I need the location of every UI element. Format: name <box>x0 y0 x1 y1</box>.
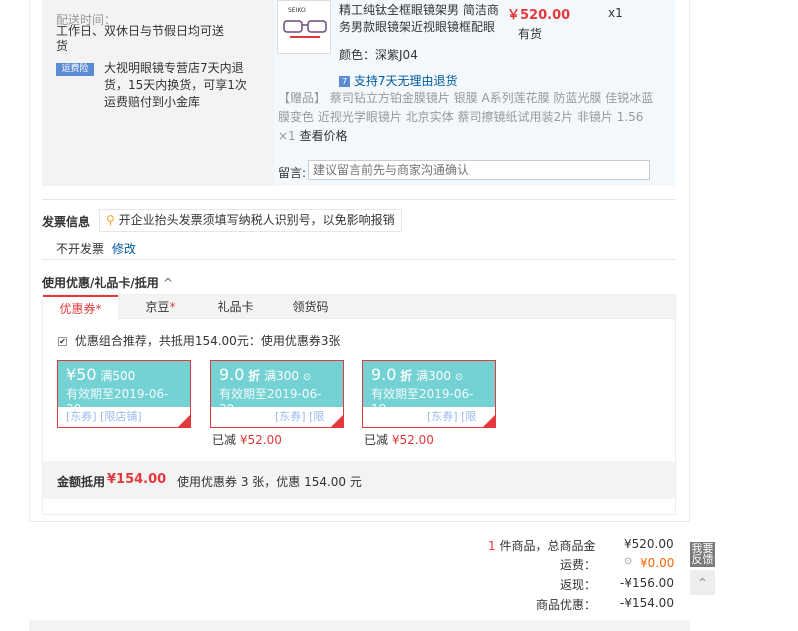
discount-title-text: 使用优惠/礼品卡/抵用 <box>42 276 159 290</box>
invoice-type: 不开发票 <box>56 242 105 256</box>
freight-amount: ¥0.00 <box>640 556 675 570</box>
chevron-up-icon: ^ <box>162 276 174 290</box>
selected-check-icon <box>331 415 343 427</box>
delivery-panel: 配送时间： 工作日、双休日与节假日均可送货 运费险 大视明眼镜专营店7天内退货，… <box>42 0 274 186</box>
product-panel: SEIKO 精工纯钛全框眼镜架男 简洁商务男款眼镜架近视眼镜框配眼 ￥520.0… <box>274 0 675 186</box>
divider <box>29 521 690 522</box>
coupon-condition: 满300 <box>416 369 452 383</box>
selected-check-icon <box>178 415 190 427</box>
tab-redeem-label: 领货码 <box>292 300 329 314</box>
info-icon: ⊙ <box>454 372 464 383</box>
tab-coupon[interactable]: 优惠券* <box>43 295 118 319</box>
stock-status: 有货 <box>518 27 543 41</box>
invoice-tip-text: 开企业抬头发票须填写纳税人识别号，以免影响报销 <box>118 213 395 227</box>
coupon-tags: [东券] [限 <box>427 410 477 423</box>
goods-count: 1 件商品，总商品金 <box>488 537 595 554</box>
product-color: 颜色：深紫J04 <box>339 46 418 63</box>
coupon-card[interactable]: 9.0 折 满300 ⊙ 有效期至2019-06-30 [东券] [限 <box>210 360 344 428</box>
back-to-top-button[interactable]: ⌃ <box>690 570 715 595</box>
tab-redeem-code[interactable]: 领货码 <box>268 295 353 319</box>
coupon-saving-amount: ¥52.00 <box>239 433 282 447</box>
rebate-label: 返现： <box>560 578 597 592</box>
coupon-validity: 有效期至2019-06-30 <box>66 387 169 407</box>
combo-recommendation: ✔ 优惠组合推荐，共抵用154.00元：使用优惠券3张 <box>58 332 340 349</box>
invoice-value: 不开发票 修改 <box>56 240 136 257</box>
coupon-saving: 已减 ¥52.00 <box>212 431 282 448</box>
info-icon[interactable]: ⊙ <box>624 556 632 567</box>
freight-label: 运费： <box>560 558 597 572</box>
goods-count-number: 1 <box>488 539 496 553</box>
coupon-validity: 有效期至2019-06-30 <box>219 387 322 407</box>
coupon-unit: 折 <box>248 369 261 383</box>
goods-count-text: 件商品，总商品金 <box>495 539 596 553</box>
glasses-icon <box>283 20 327 38</box>
combo-text: 优惠组合推荐，共抵用154.00元：使用优惠券3张 <box>74 334 341 348</box>
remark-input[interactable] <box>308 160 650 180</box>
delivery-time-value: 工作日、双休日与节假日均可送货 <box>56 24 225 53</box>
info-icon: ⊙ <box>302 372 312 383</box>
coupon-amount: 9.0 <box>371 365 397 384</box>
invoice-label: 发票信息 <box>42 215 91 229</box>
color-value: 深紫J04 <box>375 48 418 62</box>
gift-info: 【赠品】 蔡司钻立方铂金膜镜片 银膜 A系列莲花膜 防蓝光膜 佳锐冰蓝膜变色 近… <box>278 89 660 146</box>
coupon-amount: 9.0 <box>219 365 245 384</box>
tab-giftcard[interactable]: 礼品卡 <box>203 295 268 319</box>
coupon-saving-label: 已减 <box>364 433 389 447</box>
return-policy-text: 支持7天无理由退货 <box>353 74 458 88</box>
coupon-saving: 已减 ¥52.00 <box>364 431 434 448</box>
tab-jingdou-label: 京豆 <box>145 300 170 314</box>
delivery-service-text: 大视明眼镜专营店7天内退货，15天内换货，可享1次运费赔付到小金库 <box>104 61 247 109</box>
feedback-button[interactable]: 我要反馈 <box>690 542 715 567</box>
coupon-amount: ¥50 <box>66 365 97 384</box>
divider <box>42 199 676 200</box>
product-name[interactable]: 精工纯钛全框眼镜架男 简洁商务男款眼镜架近视眼镜框配眼 <box>339 2 499 36</box>
summary-label: 金额抵用 <box>57 475 106 489</box>
rebate-amount: -¥156.00 <box>620 576 674 590</box>
discount-section-title[interactable]: 使用优惠/礼品卡/抵用 ^ <box>42 274 173 291</box>
product-discount-amount: -¥154.00 <box>620 596 674 610</box>
coupon-saving-label: 已减 <box>212 433 237 447</box>
coupon-condition: 满500 <box>100 369 136 383</box>
coupon-tags: [东券] [限 <box>275 410 325 423</box>
coupon-tags: [东券] [限店铺] <box>66 410 142 423</box>
product-thumbnail[interactable]: SEIKO <box>277 0 331 54</box>
tab-jingdou[interactable]: 京豆* <box>118 295 203 319</box>
border-left <box>29 0 30 521</box>
remark-label: 留言: <box>278 166 307 180</box>
goods-amount: ¥520.00 <box>624 537 674 551</box>
coupon-card[interactable]: ¥50 满500 有效期至2019-06-30 [东券] [限店铺] <box>57 360 191 428</box>
freight-insurance-badge: 运费险 <box>56 63 94 76</box>
product-price: ￥520.00 <box>507 8 571 23</box>
color-label: 颜色： <box>339 48 376 62</box>
tab-jingdou-star: * <box>169 300 176 314</box>
discount-summary: 金额抵用 ¥154.00 使用优惠券 3 张，优惠 154.00 元 <box>43 461 675 499</box>
invoice-tip: ⚲ 开企业抬头发票须填写纳税人识别号，以免影响报销 <box>99 209 402 232</box>
discount-tabs: 优惠券* 京豆* 礼品卡 领货码 <box>42 294 676 319</box>
coupon-validity: 有效期至2019-06-18 <box>371 387 474 407</box>
footer-bar <box>29 620 690 631</box>
selected-check-icon <box>483 415 495 427</box>
invoice-edit-link[interactable]: 修改 <box>112 242 136 256</box>
arrow-up-icon: ⌃ <box>696 576 709 592</box>
summary-amount: ¥154.00 <box>107 472 167 487</box>
coupon-saving-amount: ¥52.00 <box>391 433 434 447</box>
tab-coupon-label: 优惠券 <box>59 302 96 316</box>
coupon-card[interactable]: 9.0 折 满300 ⊙ 有效期至2019-06-18 [东券] [限 <box>362 360 496 428</box>
tab-coupon-star: * <box>95 302 102 316</box>
thumb-brand: SEIKO <box>288 7 306 14</box>
divider <box>42 259 676 260</box>
return-icon: 7 <box>339 76 350 87</box>
gift-price-link[interactable]: 查看价格 <box>300 129 348 143</box>
return-policy: 7 支持7天无理由退货 <box>339 72 457 89</box>
location-pin-icon: ⚲ <box>106 213 115 227</box>
checkbox-checked-icon[interactable]: ✔ <box>58 337 67 346</box>
product-qty: x1 <box>608 6 623 20</box>
tab-giftcard-label: 礼品卡 <box>217 300 254 314</box>
summary-text: 使用优惠券 3 张，优惠 154.00 元 <box>177 475 362 489</box>
coupon-unit: 折 <box>400 369 413 383</box>
product-discount-label: 商品优惠： <box>536 598 597 612</box>
coupon-condition: 满300 <box>264 369 300 383</box>
border-right <box>689 0 690 521</box>
